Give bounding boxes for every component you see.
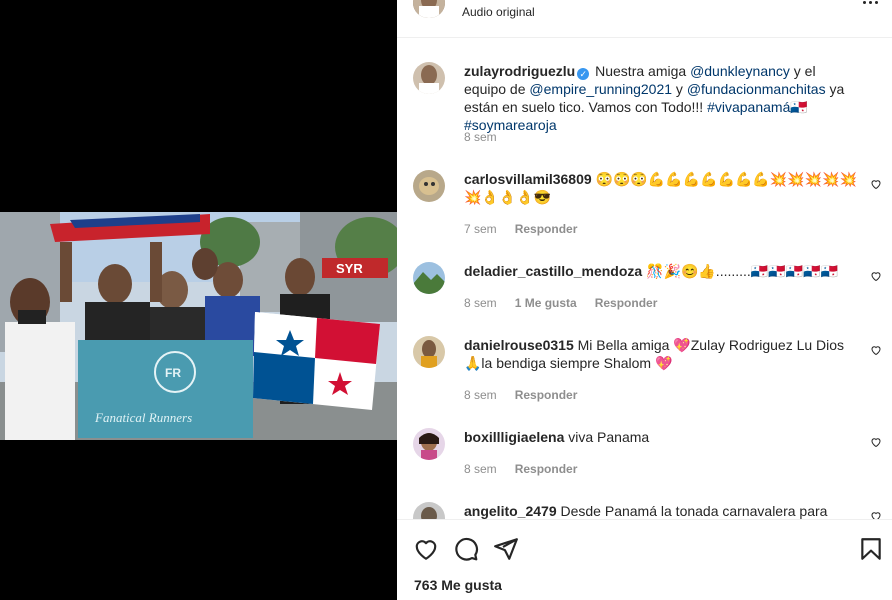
verified-icon: ✓ [577, 68, 590, 80]
reply-button[interactable]: Responder [595, 296, 658, 310]
more-options-icon[interactable] [858, 0, 882, 8]
video-player[interactable]: SYR FR Fanatical Runners [0, 212, 397, 440]
comment-text: danielrouse0315 Mi Bella amiga 💖Zulay Ro… [464, 336, 859, 372]
heart-icon[interactable] [870, 436, 882, 448]
comment-meta: 8 sem Responder [464, 388, 577, 402]
comment-icon[interactable] [453, 536, 479, 562]
caption-username[interactable]: zulayrodriguezlu [464, 63, 575, 79]
mention-link[interactable]: @dunkleynancy [690, 63, 790, 79]
mention-link[interactable]: @fundacionmanchitas [687, 81, 826, 97]
post-header: Audio original [397, 0, 892, 38]
author-avatar[interactable] [413, 62, 445, 94]
reply-button[interactable]: Responder [515, 222, 578, 236]
commenter-avatar[interactable] [413, 262, 445, 294]
panama-flag-image [253, 312, 380, 410]
caption-text-part: y [672, 81, 687, 97]
reply-button[interactable]: Responder [515, 462, 578, 476]
comment-meta: 7 sem Responder [464, 222, 577, 236]
heart-icon[interactable] [870, 270, 882, 282]
heart-icon[interactable] [870, 344, 882, 356]
like-heart-icon[interactable] [413, 536, 439, 562]
post-panel: Audio original zulayrodriguezlu ✓ Nuestra… [397, 0, 892, 600]
comment-content: Desde Panamá la tonada carnavalera para [560, 503, 828, 519]
hashtag-link[interactable]: #vivapanamá🇵🇦 [707, 99, 808, 115]
bookmark-icon[interactable] [858, 536, 884, 562]
comment-meta: 8 sem Responder [464, 462, 577, 476]
video-sign-text: SYR [336, 261, 363, 276]
caption-text-part: Nuestra amiga [595, 63, 691, 79]
comment-username[interactable]: danielrouse0315 [464, 337, 574, 353]
comment-time: 8 sem [464, 462, 497, 476]
commenter-avatar[interactable] [413, 336, 445, 368]
comment-time: 8 sem [464, 388, 497, 402]
likes-count-button[interactable]: 1 Me gusta [515, 296, 577, 310]
share-icon[interactable] [493, 536, 519, 562]
heart-icon[interactable] [870, 510, 882, 519]
commenter-avatar[interactable] [413, 502, 445, 519]
comment-username[interactable]: boxillligiaelena [464, 429, 564, 445]
caption-time: 8 sem [464, 130, 497, 144]
commenter-avatar[interactable] [413, 170, 445, 202]
comment-text: angelito_2479 Desde Panamá la tonada car… [464, 502, 859, 519]
comment-text: carlosvillamil36809 😳😳😳💪💪💪💪💪💪💪💥💥💥💥💥💥👌👌👌😎 [464, 170, 859, 206]
comments-list[interactable]: zulayrodriguezlu ✓ Nuestra amiga @dunkley… [397, 38, 892, 519]
video-banner-badge: FR [165, 366, 181, 380]
caption-meta: 8 sem [464, 130, 497, 144]
post-media[interactable]: SYR FR Fanatical Runners [0, 0, 397, 600]
comment-content: viva Panama [568, 429, 650, 445]
author-avatar[interactable] [413, 0, 445, 18]
comment-username[interactable]: angelito_2479 [464, 503, 557, 519]
comment-username[interactable]: deladier_castillo_mendoza [464, 263, 642, 279]
comment-time: 8 sem [464, 296, 497, 310]
commenter-avatar[interactable] [413, 428, 445, 460]
video-banner-text: Fanatical Runners [94, 410, 192, 425]
audio-label[interactable]: Audio original [462, 5, 535, 19]
action-bar: 763 Me gusta [397, 519, 892, 600]
heart-icon[interactable] [870, 178, 882, 190]
caption-text: zulayrodriguezlu ✓ Nuestra amiga @dunkley… [464, 62, 859, 134]
video-frame-image: SYR FR Fanatical Runners [0, 212, 397, 440]
comment-content: 🎊🎉😊👍.........🇵🇦🇵🇦🇵🇦🇵🇦🇵🇦 [646, 263, 838, 279]
comment-username[interactable]: carlosvillamil36809 [464, 171, 592, 187]
comment-time: 7 sem [464, 222, 497, 236]
comment-meta: 8 sem 1 Me gusta Responder [464, 296, 657, 310]
comment-text: deladier_castillo_mendoza 🎊🎉😊👍.........🇵… [464, 262, 859, 280]
mention-link[interactable]: @empire_running2021 [529, 81, 672, 97]
reply-button[interactable]: Responder [515, 388, 578, 402]
likes-count[interactable]: 763 Me gusta [414, 577, 502, 593]
comment-text: boxillligiaelena viva Panama [464, 428, 859, 446]
